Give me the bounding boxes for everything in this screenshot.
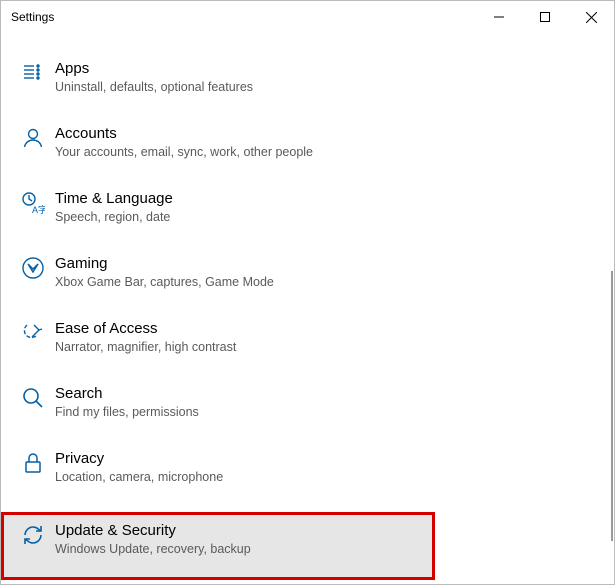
close-button[interactable]	[568, 1, 614, 33]
settings-item-gaming[interactable]: Gaming Xbox Game Bar, captures, Game Mod…	[1, 252, 614, 317]
item-title: Gaming	[55, 254, 274, 274]
item-title: Apps	[55, 59, 253, 79]
item-subtitle: Find my files, permissions	[55, 404, 199, 421]
item-title: Privacy	[55, 449, 223, 469]
update-security-icon	[15, 515, 51, 547]
ease-of-access-icon	[15, 317, 51, 345]
item-subtitle: Windows Update, recovery, backup	[55, 541, 251, 558]
item-subtitle: Xbox Game Bar, captures, Game Mode	[55, 274, 274, 291]
titlebar: Settings	[1, 1, 614, 33]
settings-item-privacy[interactable]: Privacy Location, camera, microphone	[1, 447, 614, 512]
apps-icon	[15, 57, 51, 85]
minimize-button[interactable]	[476, 1, 522, 33]
settings-list: Apps Uninstall, defaults, optional featu…	[1, 33, 614, 580]
settings-item-time-language[interactable]: A字 Time & Language Speech, region, date	[1, 187, 614, 252]
privacy-icon	[15, 447, 51, 475]
window-title: Settings	[11, 10, 54, 24]
item-title: Update & Security	[55, 521, 251, 541]
search-icon	[15, 382, 51, 410]
window-controls	[476, 1, 614, 33]
item-title: Accounts	[55, 124, 313, 144]
accounts-icon	[15, 122, 51, 150]
item-subtitle: Speech, region, date	[55, 209, 173, 226]
settings-item-accounts[interactable]: Accounts Your accounts, email, sync, wor…	[1, 122, 614, 187]
item-title: Ease of Access	[55, 319, 236, 339]
settings-item-apps[interactable]: Apps Uninstall, defaults, optional featu…	[1, 57, 614, 122]
item-subtitle: Your accounts, email, sync, work, other …	[55, 144, 313, 161]
scrollbar[interactable]	[611, 271, 613, 541]
time-language-icon: A字	[15, 187, 51, 215]
settings-item-update-security[interactable]: Update & Security Windows Update, recove…	[1, 512, 435, 580]
settings-item-search[interactable]: Search Find my files, permissions	[1, 382, 614, 447]
gaming-icon	[15, 252, 51, 280]
item-title: Time & Language	[55, 189, 173, 209]
item-subtitle: Narrator, magnifier, high contrast	[55, 339, 236, 356]
item-subtitle: Uninstall, defaults, optional features	[55, 79, 253, 96]
item-subtitle: Location, camera, microphone	[55, 469, 223, 486]
item-title: Search	[55, 384, 199, 404]
maximize-button[interactable]	[522, 1, 568, 33]
settings-item-ease-of-access[interactable]: Ease of Access Narrator, magnifier, high…	[1, 317, 614, 382]
svg-text:A字: A字	[32, 204, 45, 215]
